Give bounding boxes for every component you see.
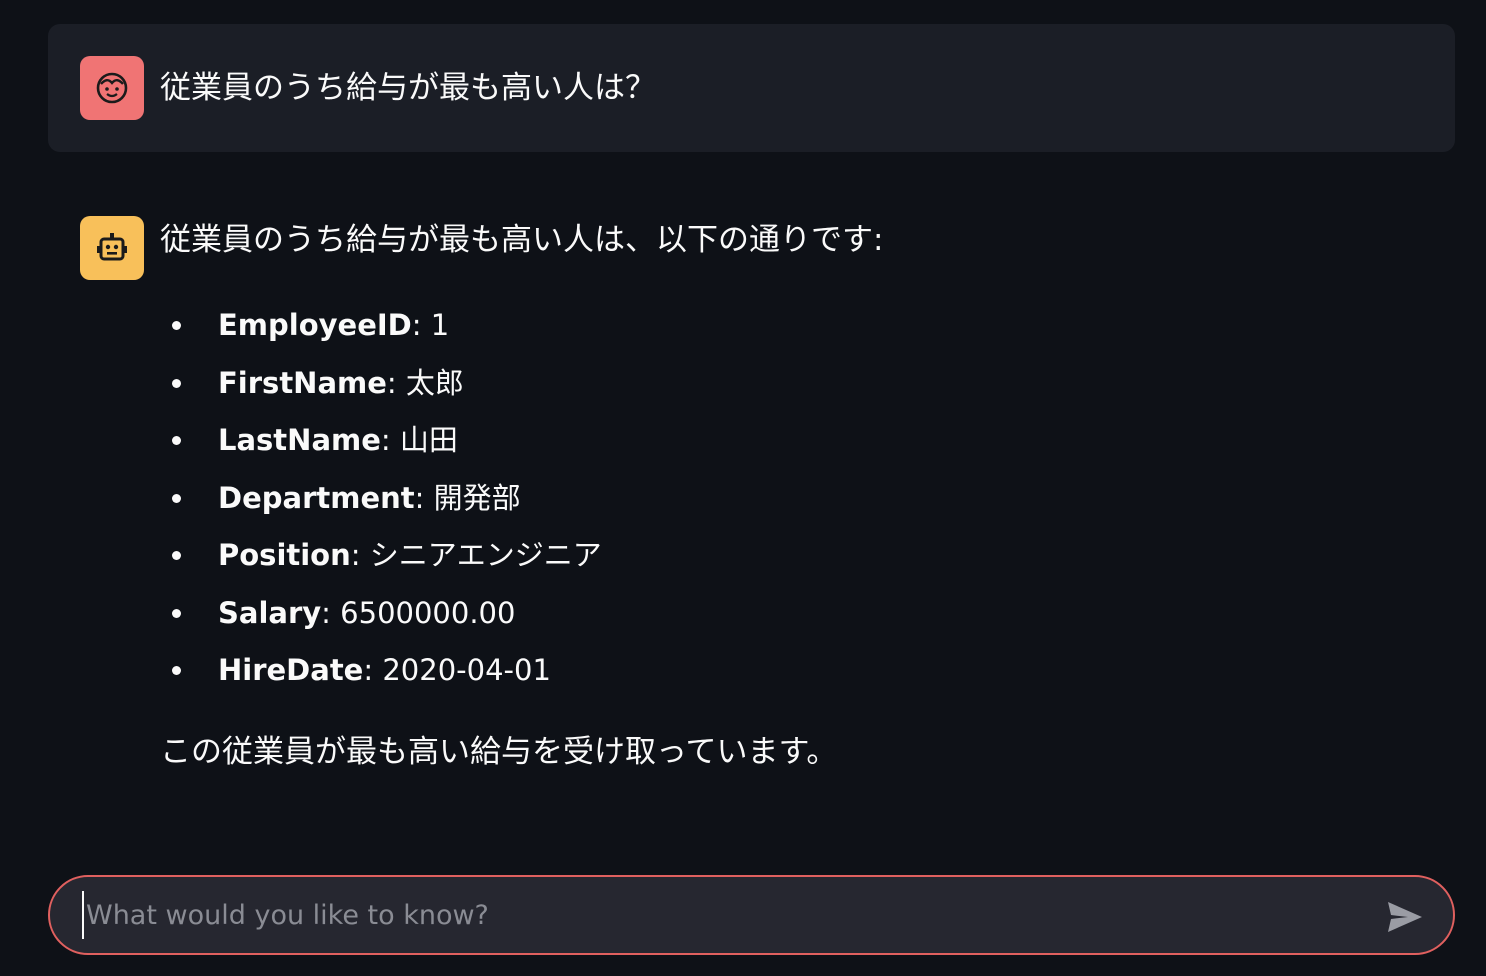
bullet-dot [172,378,181,388]
bullet-dot [172,321,181,330]
user-message-text: 従業員のうち給与が最も高い人は？ [160,70,656,106]
send-icon [1388,902,1422,932]
field-value: 開発部 [424,480,521,515]
user-message: 従業員のうち給与が最も高い人は？ [48,24,1455,152]
assistant-intro-text: 従業員のうち給与が最も高い人は、以下の通りです: [160,222,884,258]
field-value: 2020-04-01 [373,653,551,687]
detail-salary: Salary: 6500000.00 [160,588,602,646]
bullet-dot [172,608,181,618]
field-colon: : [321,595,331,630]
field-value: 山田 [390,423,458,457]
detail-department: Department: 開発部 [160,473,602,531]
bullet-dot [172,493,181,503]
field-value: 1 [421,308,450,342]
chat-input[interactable] [82,891,1366,939]
smiley-face-icon [96,72,128,104]
field-colon: : [350,538,361,572]
assistant-closing-text: この従業員が最も高い給与を受け取っています。 [160,734,838,770]
field-key: LastName [218,423,381,457]
field-key: EmployeeID [218,308,412,342]
field-value: シニアエンジニア [360,538,602,572]
user-avatar [80,56,144,120]
detail-first-name: FirstName: 太郎 [160,358,602,416]
employee-detail-list: EmployeeID: 1 FirstName: 太郎 LastName: 山田… [160,300,602,703]
field-colon: : [414,480,425,515]
field-key: Department [218,480,415,515]
chat-page: 従業員のうち給与が最も高い人は？ 従業員のうち給与が最も高い人は、以下の通りです… [0,0,1486,976]
field-colon: : [363,653,374,687]
bot-avatar [80,216,144,280]
field-colon: : [380,423,391,457]
field-value: 6500000.00 [330,595,516,630]
send-button[interactable] [1385,897,1425,937]
field-key: Salary [218,595,322,630]
field-value: 太郎 [396,365,464,400]
detail-hire-date: HireDate: 2020-04-01 [160,645,602,703]
field-key: Position [218,538,351,572]
detail-position: Position: シニアエンジニア [160,530,602,588]
field-key: FirstName [218,365,387,400]
robot-face-icon [97,233,127,261]
bullet-dot [172,551,181,560]
bullet-dot [172,436,181,445]
field-colon: : [386,365,397,400]
detail-last-name: LastName: 山田 [160,415,602,473]
field-key: HireDate [218,653,364,687]
field-colon: : [411,308,422,342]
bullet-dot [172,666,181,675]
detail-employee-id: EmployeeID: 1 [160,300,602,358]
chat-input-container [48,875,1455,955]
